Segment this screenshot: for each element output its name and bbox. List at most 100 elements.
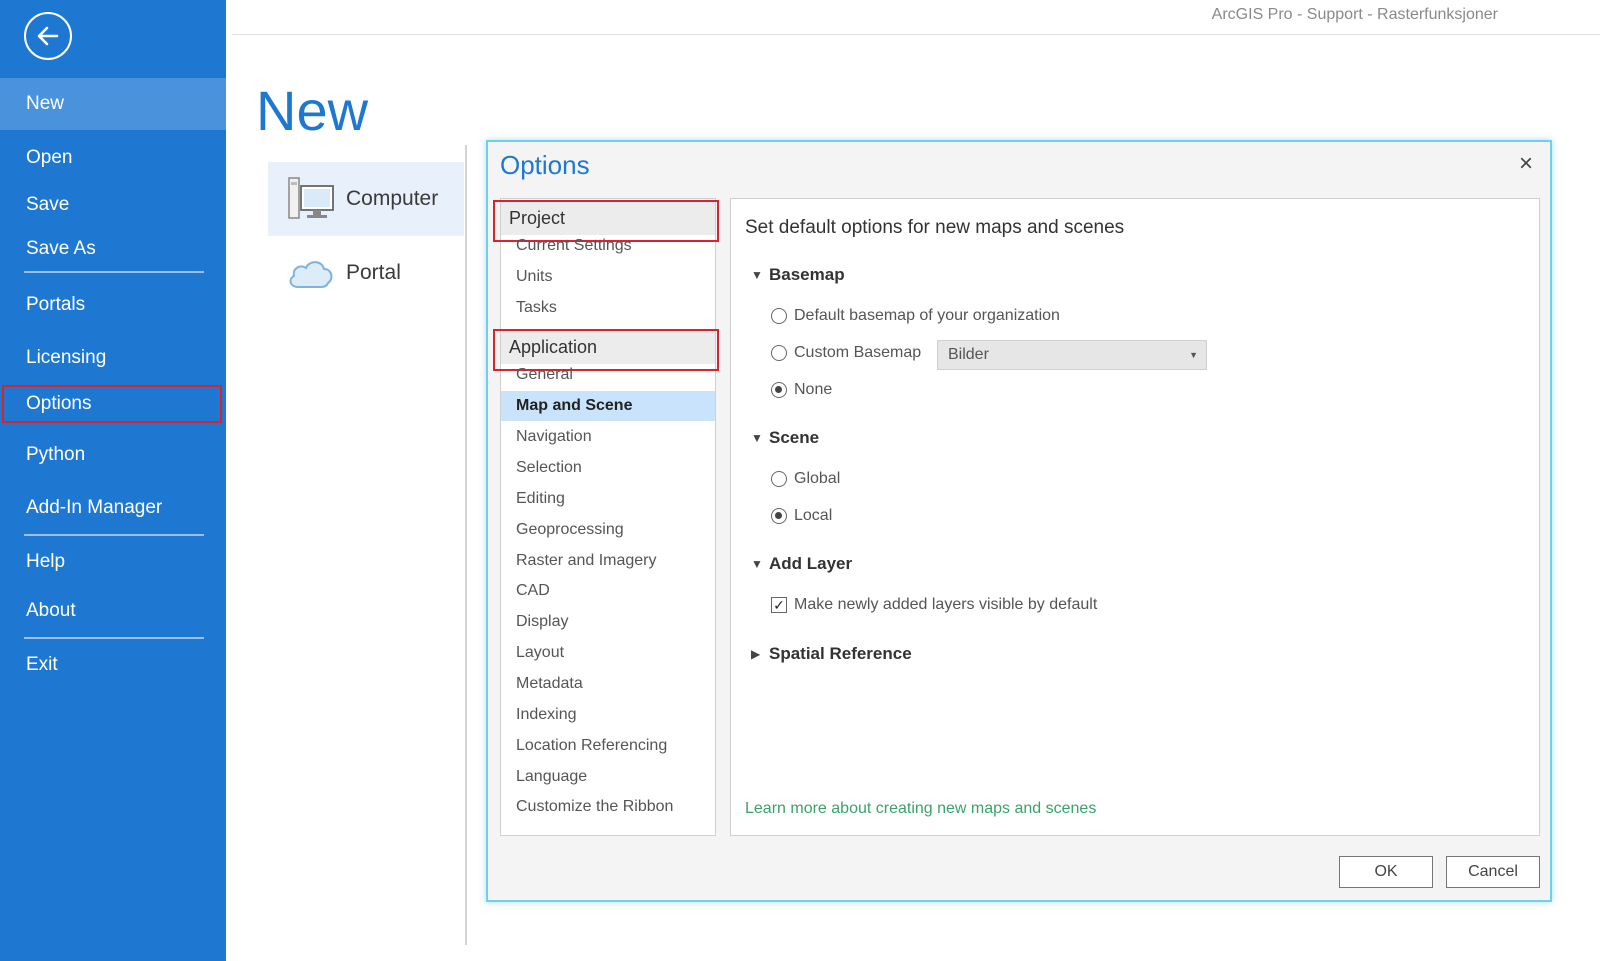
radio-local-scene[interactable]: Local xyxy=(771,507,832,525)
sidebar-item-label: About xyxy=(26,600,76,621)
sidebar-item-label: Options xyxy=(26,393,92,414)
list-item-tasks[interactable]: Tasks xyxy=(501,293,715,323)
section-label: Basemap xyxy=(769,265,845,284)
sidebar-item-label: Portals xyxy=(26,294,86,315)
select-value: Bilder xyxy=(948,346,989,363)
sidebar-divider xyxy=(24,534,204,536)
cancel-button[interactable]: Cancel xyxy=(1446,856,1540,888)
ok-button[interactable]: OK xyxy=(1339,856,1433,888)
sidebar-item-options[interactable]: Options xyxy=(2,385,222,423)
list-item-map-and-scene[interactable]: Map and Scene xyxy=(501,391,715,421)
chevron-right-icon: ▶ xyxy=(751,647,761,661)
section-label: Scene xyxy=(769,428,820,447)
list-item-units[interactable]: Units xyxy=(501,262,715,292)
chevron-down-icon: ▼ xyxy=(751,431,763,445)
content-heading: Set default options for new maps and sce… xyxy=(745,217,1125,238)
window-title: ArcGIS Pro - Support - Rasterfunksjoner xyxy=(1211,6,1498,23)
list-item-layout[interactable]: Layout xyxy=(501,638,715,668)
sidebar-item-add-in-manager[interactable]: Add-In Manager xyxy=(0,487,226,529)
radio-global-scene[interactable]: Global xyxy=(771,470,840,488)
custom-basemap-select[interactable]: Bilder ▼ xyxy=(937,340,1207,370)
title-bar: ArcGIS Pro - Support - Rasterfunksjoner xyxy=(232,0,1600,35)
sidebar-item-python[interactable]: Python xyxy=(0,434,226,476)
chevron-down-icon: ▼ xyxy=(751,268,763,282)
radio-circle xyxy=(771,308,787,324)
radio-circle xyxy=(771,382,787,398)
list-item-selection[interactable]: Selection xyxy=(501,453,715,483)
page-title: New xyxy=(256,79,369,142)
sidebar-item-label: Exit xyxy=(26,654,58,675)
sidebar-item-about[interactable]: About xyxy=(0,590,226,632)
sidebar-divider xyxy=(24,271,204,273)
computer-icon xyxy=(286,176,336,222)
list-item-customize-the-ribbon[interactable]: Customize the Ribbon xyxy=(501,792,715,822)
list-item-cad[interactable]: CAD xyxy=(501,576,715,606)
radio-circle xyxy=(771,508,787,524)
radio-label: Default basemap of your organization xyxy=(794,307,1060,324)
back-button[interactable] xyxy=(24,12,72,60)
new-option-portal[interactable]: Portal xyxy=(268,236,464,310)
sidebar-item-label: Help xyxy=(26,551,66,572)
list-item-indexing[interactable]: Indexing xyxy=(501,700,715,730)
list-item-location-referencing[interactable]: Location Referencing xyxy=(501,731,715,761)
radio-custom-basemap[interactable]: Custom Basemap xyxy=(771,344,921,362)
sidebar-item-save[interactable]: Save xyxy=(0,184,226,226)
radio-none-basemap[interactable]: None xyxy=(771,381,832,399)
arrow-left-icon xyxy=(37,26,59,46)
group-header-project[interactable]: Project xyxy=(493,200,719,242)
radio-circle xyxy=(771,345,787,361)
list-item-editing[interactable]: Editing xyxy=(501,484,715,514)
sidebar-item-label: New xyxy=(26,93,65,114)
section-spatial-reference-header[interactable]: ▶ Spatial Reference xyxy=(751,644,912,664)
radio-label: Local xyxy=(794,507,833,524)
list-item-display[interactable]: Display xyxy=(501,607,715,637)
options-dialog: Options × Project Current Settings Units… xyxy=(486,140,1552,902)
sidebar-item-help[interactable]: Help xyxy=(0,541,226,583)
section-scene-header[interactable]: ▼ Scene xyxy=(751,428,819,448)
checkbox-label: Make newly added layers visible by defau… xyxy=(794,596,1098,613)
section-add-layer-header[interactable]: ▼ Add Layer xyxy=(751,554,852,574)
list-item-navigation[interactable]: Navigation xyxy=(501,422,715,452)
sidebar-item-label: Open xyxy=(26,147,73,168)
radio-label: Global xyxy=(794,470,841,487)
list-item-metadata[interactable]: Metadata xyxy=(501,669,715,699)
new-option-label: Computer xyxy=(346,187,439,210)
sidebar-item-save-as[interactable]: Save As xyxy=(0,228,226,270)
radio-label: Custom Basemap xyxy=(794,344,922,361)
sidebar-item-label: Python xyxy=(26,444,86,465)
sidebar-divider xyxy=(24,637,204,639)
new-option-label: Portal xyxy=(346,261,401,284)
sidebar-item-label: Save As xyxy=(26,238,96,259)
section-basemap-header[interactable]: ▼ Basemap xyxy=(751,265,845,285)
options-content-panel: Set default options for new maps and sce… xyxy=(730,198,1540,836)
close-icon[interactable]: × xyxy=(1514,150,1538,178)
chevron-down-icon: ▼ xyxy=(751,557,763,571)
list-item-general[interactable]: General xyxy=(501,360,715,390)
radio-default-basemap[interactable]: Default basemap of your organization xyxy=(771,307,1060,325)
list-item-raster-and-imagery[interactable]: Raster and Imagery xyxy=(501,546,715,576)
dialog-title: Options xyxy=(500,150,590,180)
radio-circle xyxy=(771,471,787,487)
list-item-current-settings[interactable]: Current Settings xyxy=(501,231,715,261)
panel-divider xyxy=(465,145,467,945)
cloud-icon xyxy=(286,253,336,293)
options-category-list: Project Current Settings Units Tasks App… xyxy=(493,198,719,836)
checkbox-layers-visible[interactable]: ✓ Make newly added layers visible by def… xyxy=(771,596,1097,614)
sidebar-item-new[interactable]: New xyxy=(0,78,226,130)
sidebar-item-label: Save xyxy=(26,194,70,215)
section-label: Spatial Reference xyxy=(769,644,912,663)
list-item-geoprocessing[interactable]: Geoprocessing xyxy=(501,515,715,545)
check-icon: ✓ xyxy=(771,597,787,613)
group-header-application[interactable]: Application xyxy=(493,329,719,371)
sidebar-item-exit[interactable]: Exit xyxy=(0,644,226,686)
new-option-computer[interactable]: Computer xyxy=(268,162,464,236)
section-label: Add Layer xyxy=(769,554,853,573)
radio-label: None xyxy=(794,381,833,398)
backstage-sidebar: New Open Save Save As Portals Licensing … xyxy=(0,0,226,961)
sidebar-item-licensing[interactable]: Licensing xyxy=(0,337,226,379)
learn-more-link[interactable]: Learn more about creating new maps and s… xyxy=(745,800,1096,818)
list-item-language[interactable]: Language xyxy=(501,762,715,792)
sidebar-item-portals[interactable]: Portals xyxy=(0,284,226,326)
sidebar-item-open[interactable]: Open xyxy=(0,137,226,179)
sidebar-item-label: Licensing xyxy=(26,347,107,368)
